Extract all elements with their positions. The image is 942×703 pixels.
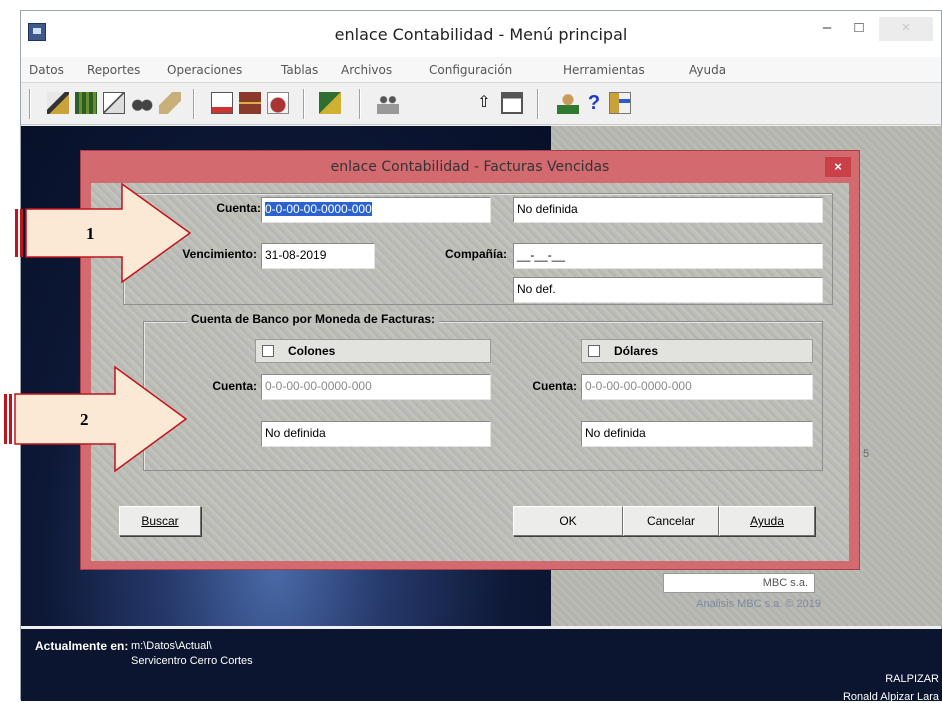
menu-tablas[interactable]: Tablas	[281, 63, 318, 77]
annotation-arrow-1	[15, 182, 192, 284]
dolares-description: No definida	[581, 421, 813, 447]
arrow-2-shape	[14, 365, 188, 473]
person-icon[interactable]	[557, 92, 579, 114]
status-path: m:\Datos\Actual\	[131, 640, 212, 652]
up-arrow-icon[interactable]: ⇧	[473, 92, 495, 114]
hand-icon[interactable]	[267, 92, 289, 114]
copy-icon[interactable]	[103, 92, 125, 114]
chart-icon[interactable]	[211, 92, 233, 114]
help-icon[interactable]: ?	[583, 92, 605, 114]
annotation-arrow-2	[4, 365, 188, 473]
vencimiento-input[interactable]: 31-08-2019	[261, 243, 375, 269]
menu-datos[interactable]: Datos	[29, 63, 64, 77]
dialog-title-bar[interactable]: enlace Contabilidad - Facturas Vencidas …	[81, 151, 859, 183]
status-user: RALPIZAR	[885, 673, 939, 685]
copyright-text: Analisis MBC s.a. © 2019	[696, 598, 821, 610]
menu-reportes[interactable]: Reportes	[87, 63, 140, 77]
minimize-button[interactable]: –	[815, 17, 839, 41]
colones-cuenta-input[interactable]: 0-0-00-00-0000-000	[261, 374, 491, 400]
menu-configuracion[interactable]: Configuración	[429, 63, 512, 77]
arrow-1-bar-outer	[15, 209, 18, 257]
maximize-button[interactable]: □	[847, 17, 871, 41]
dialog-close-button[interactable]: ×	[825, 157, 851, 177]
menu-herramientas[interactable]: Herramientas	[563, 63, 645, 77]
eraser-icon[interactable]	[159, 92, 181, 114]
window-title: enlace Contabilidad - Menú principal	[334, 25, 628, 44]
arrow-2-bar-outer	[4, 394, 7, 444]
side-number: 5	[863, 448, 870, 460]
toolbar-separator	[537, 89, 539, 119]
toolbar-separator	[29, 89, 31, 119]
windows-icon[interactable]	[501, 92, 523, 114]
arrow-1-number: 1	[86, 224, 95, 243]
arrow-1-bar-inner	[20, 209, 23, 257]
status-label: Actualmente en:	[35, 639, 129, 653]
dolares-label: Dólares	[614, 344, 659, 358]
books-icon[interactable]	[75, 92, 97, 114]
binoculars-icon[interactable]	[131, 92, 153, 114]
colones-checkbox[interactable]	[262, 345, 274, 357]
compania-label: Compañía:	[444, 247, 507, 261]
exit-door-icon[interactable]	[609, 92, 631, 114]
colones-checkbox-row[interactable]: Colones	[255, 339, 491, 363]
title-bar: enlace Contabilidad - Menú principal – □…	[21, 11, 941, 57]
dolares-checkbox-row[interactable]: Dólares	[581, 339, 813, 363]
users-icon[interactable]	[377, 92, 399, 114]
dolares-checkbox[interactable]	[588, 345, 600, 357]
toolbar-separator	[303, 89, 305, 119]
toolbar-separator	[193, 89, 195, 119]
ok-button[interactable]: OK	[513, 506, 623, 536]
toolbar-separator	[359, 89, 361, 119]
status-company: Servicentro Cerro Cortes	[131, 655, 253, 667]
cabinet-icon[interactable]	[239, 92, 261, 114]
close-button[interactable]: ×	[879, 17, 933, 41]
dialog-title: enlace Contabilidad - Facturas Vencidas	[330, 159, 610, 175]
status-user-name: Ronald Alpizar Lara	[842, 691, 939, 703]
menu-bar: Datos Reportes Operaciones Tablas Archiv…	[21, 57, 941, 83]
menu-ayuda[interactable]: Ayuda	[689, 63, 726, 77]
bank-group-title: Cuenta de Banco por Moneda de Facturas:	[187, 312, 440, 326]
buscar-button[interactable]: Buscar	[119, 506, 201, 536]
menu-archivos[interactable]: Archivos	[341, 63, 392, 77]
ayuda-button[interactable]: Ayuda	[719, 506, 815, 536]
cuenta-input[interactable]: 0-0-00-00-0000-000	[261, 197, 491, 223]
toolbar: ⇧ ?	[21, 83, 941, 125]
arrow-2-bar-inner	[9, 394, 12, 444]
menu-operaciones[interactable]: Operaciones	[167, 63, 242, 77]
arrow-2-number: 2	[80, 410, 89, 429]
cancelar-button[interactable]: Cancelar	[623, 506, 719, 536]
cuenta-description: No definida	[513, 197, 823, 223]
compania-description: No def.	[513, 277, 823, 303]
dolares-cuenta-label: Cuenta:	[532, 379, 577, 393]
dolares-cuenta-input[interactable]: 0-0-00-00-0000-000	[581, 374, 813, 400]
arrow-1-shape	[25, 182, 192, 284]
company-tag: MBC s.a.	[663, 573, 815, 593]
colones-description: No definida	[261, 421, 491, 447]
compania-input[interactable]: __-__-__	[513, 243, 823, 269]
printer-icon[interactable]	[47, 92, 69, 114]
book-icon[interactable]	[319, 92, 341, 114]
colones-label: Colones	[288, 344, 336, 358]
status-bar: Actualmente en: m:\Datos\Actual\ Service…	[21, 629, 942, 703]
